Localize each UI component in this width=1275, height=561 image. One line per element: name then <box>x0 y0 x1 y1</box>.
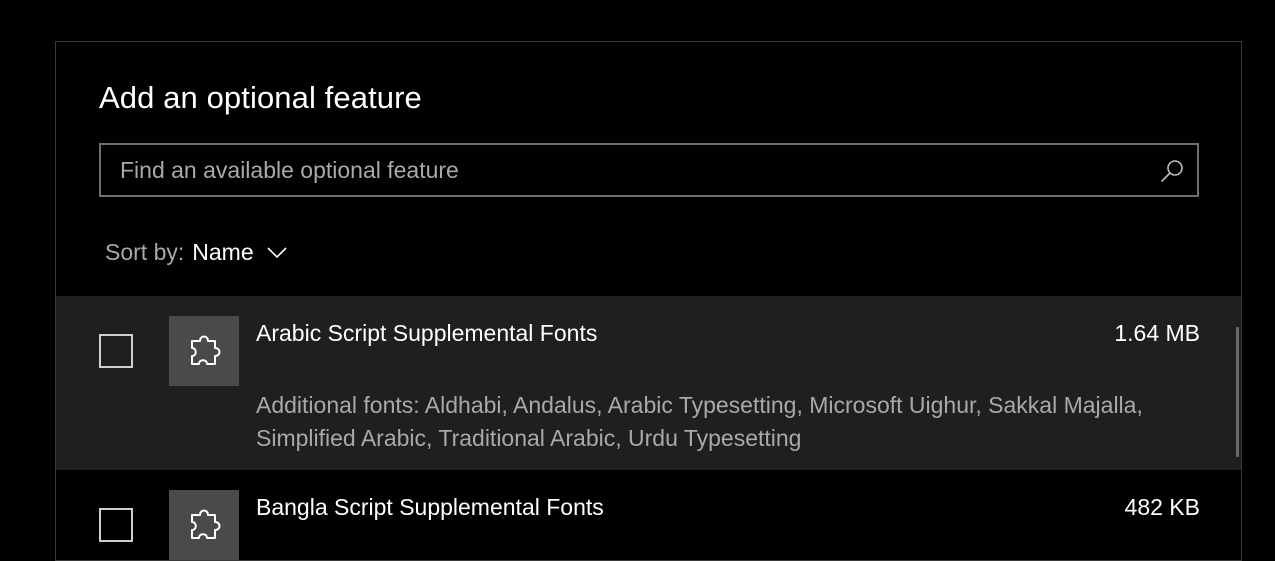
search-input[interactable] <box>101 145 1141 195</box>
list-item[interactable]: Bangla Script Supplemental Fonts 482 KB <box>56 470 1241 560</box>
sort-label: Sort by: <box>105 239 185 265</box>
search-box[interactable] <box>99 143 1199 197</box>
feature-name: Bangla Script Supplemental Fonts <box>256 494 604 520</box>
feature-name: Arabic Script Supplemental Fonts <box>256 320 598 346</box>
search-icon[interactable] <box>1159 158 1185 184</box>
list-item[interactable]: Arabic Script Supplemental Fonts 1.64 MB… <box>56 296 1241 470</box>
feature-icon-tile <box>169 490 239 560</box>
sort-value[interactable]: Name <box>192 239 253 266</box>
puzzle-piece-icon <box>191 335 221 365</box>
feature-size: 482 KB <box>1124 494 1200 520</box>
feature-list: Arabic Script Supplemental Fonts 1.64 MB… <box>56 296 1241 560</box>
feature-description: Additional fonts: Aldhabi, Andalus, Arab… <box>256 392 1143 451</box>
scrollbar[interactable] <box>1236 327 1239 457</box>
feature-checkbox[interactable] <box>99 508 133 542</box>
dialog-title: Add an optional feature <box>99 80 422 115</box>
feature-checkbox[interactable] <box>99 334 133 368</box>
chevron-down-icon[interactable] <box>266 246 288 260</box>
add-optional-feature-dialog: Add an optional feature Sort by: Name Ar… <box>55 41 1242 561</box>
feature-size: 1.64 MB <box>1114 320 1200 346</box>
sort-control[interactable]: Sort by: Name <box>105 239 288 266</box>
feature-icon-tile <box>169 316 239 386</box>
puzzle-piece-icon <box>191 509 221 539</box>
